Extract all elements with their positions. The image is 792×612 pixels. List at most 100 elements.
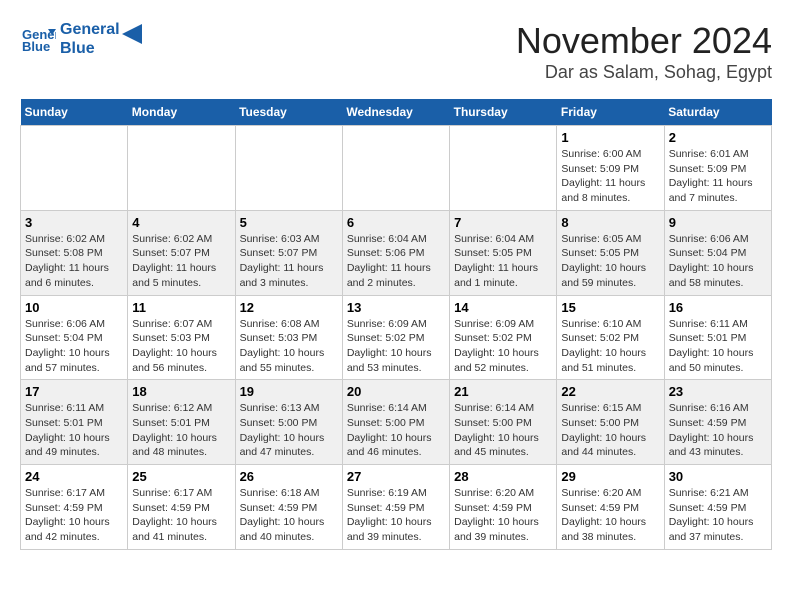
- calendar-day-cell: 16 Sunrise: 6:11 AM Sunset: 5:01 PM Dayli…: [664, 295, 771, 380]
- day-number: 5: [240, 215, 338, 230]
- day-info: Sunrise: 6:18 AM Sunset: 4:59 PM Dayligh…: [240, 486, 338, 545]
- day-number: 9: [669, 215, 767, 230]
- day-info: Sunrise: 6:14 AM Sunset: 5:00 PM Dayligh…: [454, 401, 552, 460]
- day-number: 25: [132, 469, 230, 484]
- day-number: 28: [454, 469, 552, 484]
- day-number: 16: [669, 300, 767, 315]
- calendar-day-cell: 7Sunrise: 6:04 AM Sunset: 5:05 PM Daylig…: [450, 210, 557, 295]
- calendar-day-cell: [128, 126, 235, 211]
- day-info: Sunrise: 6:11 AM Sunset: 5:01 PM Dayligh…: [669, 317, 767, 376]
- calendar-day-cell: 21 Sunrise: 6:14 AM Sunset: 5:00 PM Dayli…: [450, 380, 557, 465]
- logo-arrow-icon: [122, 24, 142, 44]
- day-number: 19: [240, 384, 338, 399]
- day-info: Sunrise: 6:02 AM Sunset: 5:07 PM Dayligh…: [132, 232, 230, 291]
- day-info: Sunrise: 6:20 AM Sunset: 4:59 PM Dayligh…: [561, 486, 659, 545]
- day-info: Sunrise: 6:19 AM Sunset: 4:59 PM Dayligh…: [347, 486, 445, 545]
- day-info: Sunrise: 6:10 AM Sunset: 5:02 PM Dayligh…: [561, 317, 659, 376]
- day-info: Sunrise: 6:08 AM Sunset: 5:03 PM Dayligh…: [240, 317, 338, 376]
- calendar-day-cell: 22Sunrise: 6:15 AM Sunset: 5:00 PM Dayli…: [557, 380, 664, 465]
- calendar-day-cell: 1Sunrise: 6:00 AM Sunset: 5:09 PM Daylig…: [557, 126, 664, 211]
- day-info: Sunrise: 6:11 AM Sunset: 5:01 PM Dayligh…: [25, 401, 123, 460]
- calendar-day-cell: 25 Sunrise: 6:17 AM Sunset: 4:59 PM Dayli…: [128, 465, 235, 550]
- day-info: Sunrise: 6:06 AM Sunset: 5:04 PM Dayligh…: [25, 317, 123, 376]
- weekday-header-sunday: Sunday: [21, 99, 128, 126]
- calendar-day-cell: 28Sunrise: 6:20 AM Sunset: 4:59 PM Dayli…: [450, 465, 557, 550]
- svg-text:Blue: Blue: [22, 39, 50, 54]
- calendar-week-row: 10 Sunrise: 6:06 AM Sunset: 5:04 PM Dayli…: [21, 295, 772, 380]
- weekday-header-monday: Monday: [128, 99, 235, 126]
- day-info: Sunrise: 6:15 AM Sunset: 5:00 PM Dayligh…: [561, 401, 659, 460]
- calendar-day-cell: 18Sunrise: 6:12 AM Sunset: 5:01 PM Dayli…: [128, 380, 235, 465]
- day-number: 21: [454, 384, 552, 399]
- day-number: 4: [132, 215, 230, 230]
- day-number: 18: [132, 384, 230, 399]
- calendar-day-cell: 23 Sunrise: 6:16 AM Sunset: 4:59 PM Dayli…: [664, 380, 771, 465]
- calendar-day-cell: 29 Sunrise: 6:20 AM Sunset: 4:59 PM Dayli…: [557, 465, 664, 550]
- day-number: 15: [561, 300, 659, 315]
- day-number: 14: [454, 300, 552, 315]
- day-info: Sunrise: 6:05 AM Sunset: 5:05 PM Dayligh…: [561, 232, 659, 291]
- day-number: 13: [347, 300, 445, 315]
- day-number: 23: [669, 384, 767, 399]
- calendar-day-cell: [235, 126, 342, 211]
- calendar-day-cell: 27 Sunrise: 6:19 AM Sunset: 4:59 PM Dayli…: [342, 465, 449, 550]
- day-number: 26: [240, 469, 338, 484]
- weekday-header-tuesday: Tuesday: [235, 99, 342, 126]
- calendar-day-cell: 19Sunrise: 6:13 AM Sunset: 5:00 PM Dayli…: [235, 380, 342, 465]
- calendar-day-cell: 13 Sunrise: 6:09 AM Sunset: 5:02 PM Dayli…: [342, 295, 449, 380]
- title-area: November 2024 Dar as Salam, Sohag, Egypt: [516, 20, 772, 83]
- weekday-header-friday: Friday: [557, 99, 664, 126]
- logo-blue: Blue: [60, 39, 120, 58]
- calendar-day-cell: 9 Sunrise: 6:06 AM Sunset: 5:04 PM Daylig…: [664, 210, 771, 295]
- calendar-day-cell: 14 Sunrise: 6:09 AM Sunset: 5:02 PM Dayli…: [450, 295, 557, 380]
- calendar-day-cell: 6 Sunrise: 6:04 AM Sunset: 5:06 PM Daylig…: [342, 210, 449, 295]
- day-number: 1: [561, 130, 659, 145]
- weekday-header-wednesday: Wednesday: [342, 99, 449, 126]
- day-info: Sunrise: 6:07 AM Sunset: 5:03 PM Dayligh…: [132, 317, 230, 376]
- calendar-day-cell: 15 Sunrise: 6:10 AM Sunset: 5:02 PM Dayli…: [557, 295, 664, 380]
- day-info: Sunrise: 6:16 AM Sunset: 4:59 PM Dayligh…: [669, 401, 767, 460]
- day-number: 12: [240, 300, 338, 315]
- calendar-day-cell: 30 Sunrise: 6:21 AM Sunset: 4:59 PM Dayli…: [664, 465, 771, 550]
- day-number: 17: [25, 384, 123, 399]
- day-info: Sunrise: 6:09 AM Sunset: 5:02 PM Dayligh…: [454, 317, 552, 376]
- calendar-day-cell: 11Sunrise: 6:07 AM Sunset: 5:03 PM Dayli…: [128, 295, 235, 380]
- day-number: 24: [25, 469, 123, 484]
- day-number: 3: [25, 215, 123, 230]
- calendar-table: SundayMondayTuesdayWednesdayThursdayFrid…: [20, 99, 772, 550]
- day-info: Sunrise: 6:04 AM Sunset: 5:05 PM Dayligh…: [454, 232, 552, 291]
- day-info: Sunrise: 6:17 AM Sunset: 4:59 PM Dayligh…: [132, 486, 230, 545]
- month-title: November 2024: [516, 20, 772, 62]
- day-number: 20: [347, 384, 445, 399]
- day-number: 10: [25, 300, 123, 315]
- calendar-day-cell: 3Sunrise: 6:02 AM Sunset: 5:08 PM Daylig…: [21, 210, 128, 295]
- calendar-week-row: 24 Sunrise: 6:17 AM Sunset: 4:59 PM Dayli…: [21, 465, 772, 550]
- calendar-day-cell: 17 Sunrise: 6:11 AM Sunset: 5:01 PM Dayli…: [21, 380, 128, 465]
- calendar-day-cell: 2Sunrise: 6:01 AM Sunset: 5:09 PM Daylig…: [664, 126, 771, 211]
- calendar-week-row: 1Sunrise: 6:00 AM Sunset: 5:09 PM Daylig…: [21, 126, 772, 211]
- day-number: 8: [561, 215, 659, 230]
- day-info: Sunrise: 6:17 AM Sunset: 4:59 PM Dayligh…: [25, 486, 123, 545]
- weekday-header-thursday: Thursday: [450, 99, 557, 126]
- calendar-day-cell: [342, 126, 449, 211]
- calendar-day-cell: 20Sunrise: 6:14 AM Sunset: 5:00 PM Dayli…: [342, 380, 449, 465]
- day-info: Sunrise: 6:01 AM Sunset: 5:09 PM Dayligh…: [669, 147, 767, 206]
- day-info: Sunrise: 6:09 AM Sunset: 5:02 PM Dayligh…: [347, 317, 445, 376]
- calendar-day-cell: 5 Sunrise: 6:03 AM Sunset: 5:07 PM Daylig…: [235, 210, 342, 295]
- weekday-header-row: SundayMondayTuesdayWednesdayThursdayFrid…: [21, 99, 772, 126]
- day-number: 29: [561, 469, 659, 484]
- logo-general: General: [60, 20, 120, 39]
- calendar-day-cell: [21, 126, 128, 211]
- logo: General Blue General Blue: [20, 20, 142, 58]
- day-info: Sunrise: 6:04 AM Sunset: 5:06 PM Dayligh…: [347, 232, 445, 291]
- day-info: Sunrise: 6:21 AM Sunset: 4:59 PM Dayligh…: [669, 486, 767, 545]
- day-number: 30: [669, 469, 767, 484]
- day-number: 6: [347, 215, 445, 230]
- day-info: Sunrise: 6:03 AM Sunset: 5:07 PM Dayligh…: [240, 232, 338, 291]
- calendar-day-cell: 4 Sunrise: 6:02 AM Sunset: 5:07 PM Daylig…: [128, 210, 235, 295]
- calendar-day-cell: 10 Sunrise: 6:06 AM Sunset: 5:04 PM Dayli…: [21, 295, 128, 380]
- calendar-day-cell: 8 Sunrise: 6:05 AM Sunset: 5:05 PM Daylig…: [557, 210, 664, 295]
- day-info: Sunrise: 6:06 AM Sunset: 5:04 PM Dayligh…: [669, 232, 767, 291]
- calendar-day-cell: 24 Sunrise: 6:17 AM Sunset: 4:59 PM Dayli…: [21, 465, 128, 550]
- day-number: 27: [347, 469, 445, 484]
